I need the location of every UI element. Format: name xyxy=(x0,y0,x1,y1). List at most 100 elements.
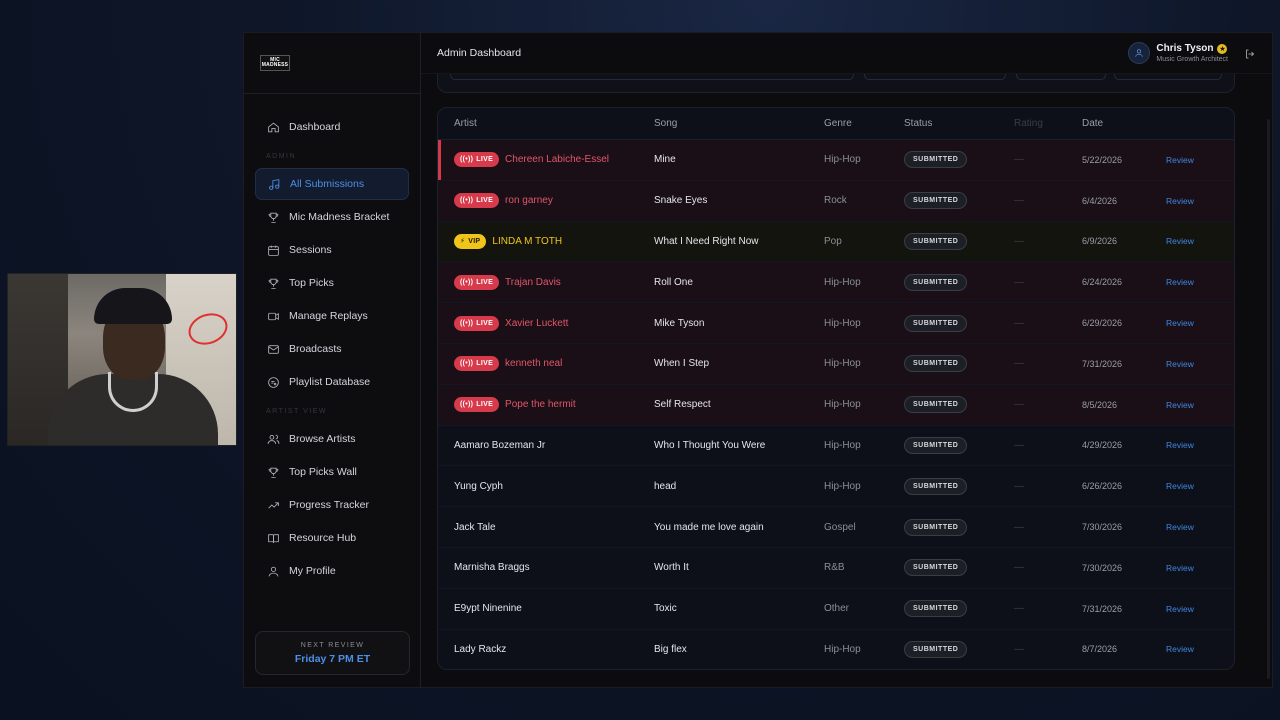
table-row[interactable]: Yung Cyph head Hip-Hop SUBMITTED — 6/26/2026 R… xyxy=(438,466,1234,508)
cell-genre: Gospel xyxy=(824,521,856,533)
app-window: MIC MADNESS Dashboard ADMIN All Submission… xyxy=(243,32,1273,688)
artist-name[interactable]: ron garney xyxy=(505,195,553,206)
table-row[interactable]: ((•)) LIVE kenneth neal When I Step Hip-Hop S… xyxy=(438,343,1234,385)
artist-name[interactable]: E9ypt Ninenine xyxy=(454,603,522,614)
table-row[interactable]: E9ypt Ninenine Toxic Other SUBMITTED — 7/31/2… xyxy=(438,589,1234,630)
cell-artist: ((•)) LIVE Pope the hermit xyxy=(438,397,654,413)
sidebar-item-label: Progress Tracker xyxy=(289,499,369,511)
table-row[interactable]: ⚡ VIP LINDA M TOTH What I Need Right Now Pop… xyxy=(438,221,1234,263)
sidebar-item-progress-tracker[interactable]: Progress Tracker xyxy=(255,489,409,521)
sidebar-item-all-submissions[interactable]: All Submissions xyxy=(255,168,409,200)
artist-name[interactable]: LINDA M TOTH xyxy=(492,236,562,247)
artist-name[interactable]: Pope the hermit xyxy=(505,399,576,410)
sidebar-item-browse-artists[interactable]: Browse Artists xyxy=(255,423,409,455)
review-link[interactable]: Review xyxy=(1166,563,1194,573)
column-header-rating[interactable]: Rating xyxy=(1014,118,1082,129)
artist-name[interactable]: Lady Rackz xyxy=(454,644,506,655)
table-row[interactable]: Marnisha Braggs Worth It R&B SUBMITTED — 7/30… xyxy=(438,548,1234,589)
broadcast-icon: ((•)) xyxy=(460,197,474,205)
cell-genre: Pop xyxy=(824,235,842,247)
sidebar-item-top-picks[interactable]: Top Picks xyxy=(255,267,409,299)
column-header-status[interactable]: Status xyxy=(904,118,1014,129)
review-link[interactable]: Review xyxy=(1166,522,1194,532)
sidebar-item-sessions[interactable]: Sessions xyxy=(255,234,409,266)
filter-dropdown[interactable] xyxy=(1114,74,1222,80)
artist-name[interactable]: Xavier Luckett xyxy=(505,318,568,329)
next-review-time: Friday 7 PM ET xyxy=(294,652,371,665)
filter-dropdown[interactable] xyxy=(1016,74,1106,80)
artist-name[interactable]: Marnisha Braggs xyxy=(454,562,530,573)
sidebar-nav: Dashboard ADMIN All Submissions Mic Madness… xyxy=(244,94,420,587)
table-body: ((•)) LIVE Chereen Labiche-Essel Mine Hip-Ho… xyxy=(438,140,1234,669)
table-row[interactable]: ((•)) LIVE ron garney Snake Eyes Rock SUBMITT… xyxy=(438,180,1234,222)
broadcast-icon: ((•)) xyxy=(460,360,474,368)
column-header-genre[interactable]: Genre xyxy=(824,118,904,129)
cell-rating: — xyxy=(1014,480,1024,492)
music-note-icon xyxy=(267,177,281,191)
artist-name[interactable]: Yung Cyph xyxy=(454,481,503,492)
review-link[interactable]: Review xyxy=(1166,236,1194,246)
sidebar-item-manage-replays[interactable]: Manage Replays xyxy=(255,300,409,332)
review-link[interactable]: Review xyxy=(1166,277,1194,287)
status-badge: SUBMITTED xyxy=(904,640,968,658)
review-link[interactable]: Review xyxy=(1166,481,1194,491)
sidebar-item-resource-hub[interactable]: Resource Hub xyxy=(255,522,409,554)
cell-song: Roll One xyxy=(654,276,693,288)
sidebar-item-broadcasts[interactable]: Broadcasts xyxy=(255,333,409,365)
video-icon xyxy=(266,309,280,323)
cell-status: SUBMITTED xyxy=(904,559,1014,577)
cell-genre: Hip-Hop xyxy=(824,276,861,288)
table-row[interactable]: ((•)) LIVE Pope the hermit Self Respect Hip-… xyxy=(438,384,1234,426)
cell-genre: Hip-Hop xyxy=(824,643,861,655)
avatar[interactable] xyxy=(1128,42,1151,64)
artist-name[interactable]: Chereen Labiche-Essel xyxy=(505,154,609,165)
column-header-artist[interactable]: Artist xyxy=(438,118,654,129)
sidebar-item-label: Top Picks xyxy=(289,277,334,289)
cell-song: What I Need Right Now xyxy=(654,235,759,247)
review-link[interactable]: Review xyxy=(1166,644,1194,654)
cell-status: SUBMITTED xyxy=(904,192,1014,210)
cell-status: SUBMITTED xyxy=(904,477,1014,495)
sidebar-item-dashboard[interactable]: Dashboard xyxy=(255,111,409,143)
search-input[interactable] xyxy=(450,74,854,80)
table-row[interactable]: Lady Rackz Big flex Hip-Hop SUBMITTED — 8/7/2… xyxy=(438,630,1234,669)
cell-artist: ⚡ VIP LINDA M TOTH xyxy=(438,233,654,249)
status-badge: SUBMITTED xyxy=(904,151,968,169)
scrollbar[interactable] xyxy=(1267,119,1270,679)
table-row[interactable]: ((•)) LIVE Trajan Davis Roll One Hip-Hop SUBM… xyxy=(438,262,1234,304)
user-menu[interactable]: Chris Tyson ★ Music Growth Architect xyxy=(1128,42,1256,64)
logo[interactable]: MIC MADNESS xyxy=(244,33,420,94)
cell-rating: — xyxy=(1014,276,1024,288)
cell-date: 6/9/2026 xyxy=(1082,236,1118,247)
review-link[interactable]: Review xyxy=(1166,604,1194,614)
cell-song: head xyxy=(654,480,677,492)
sidebar-item-mic-madness-bracket[interactable]: Mic Madness Bracket xyxy=(255,201,409,233)
logout-icon[interactable] xyxy=(1244,47,1256,59)
users-icon xyxy=(266,432,280,446)
column-header-date[interactable]: Date xyxy=(1082,118,1166,129)
review-link[interactable]: Review xyxy=(1166,440,1194,450)
sidebar-item-top-picks-wall[interactable]: Top Picks Wall xyxy=(255,456,409,488)
review-link[interactable]: Review xyxy=(1166,359,1194,369)
artist-name[interactable]: Trajan Davis xyxy=(505,277,561,288)
sidebar-item-label: Playlist Database xyxy=(289,376,371,388)
table-row[interactable]: Jack Tale You made me love again Gospel SUB… xyxy=(438,507,1234,548)
user-role: Music Growth Architect xyxy=(1156,56,1228,63)
cell-rating: — xyxy=(1014,399,1024,411)
review-link[interactable]: Review xyxy=(1166,400,1194,410)
table-row[interactable]: ((•)) LIVE Xavier Luckett Mike Tyson Hip-Hop… xyxy=(438,303,1234,344)
sidebar-item-playlist-database[interactable]: Playlist Database xyxy=(255,366,409,398)
review-link[interactable]: Review xyxy=(1166,155,1194,165)
artist-name[interactable]: kenneth neal xyxy=(505,358,562,369)
table-row[interactable]: ((•)) LIVE Chereen Labiche-Essel Mine Hip-Ho… xyxy=(438,140,1234,181)
sidebar-item-my-profile[interactable]: My Profile xyxy=(255,555,409,587)
artist-name[interactable]: Aamaro Bozeman Jr xyxy=(454,440,545,451)
cell-date: 6/24/2026 xyxy=(1082,277,1123,288)
column-header-song[interactable]: Song xyxy=(654,118,824,129)
review-link[interactable]: Review xyxy=(1166,196,1194,206)
artist-name[interactable]: Jack Tale xyxy=(454,522,496,533)
cell-song: When I Step xyxy=(654,358,710,370)
review-link[interactable]: Review xyxy=(1166,318,1194,328)
filter-dropdown[interactable] xyxy=(864,74,1006,80)
table-row[interactable]: Aamaro Bozeman Jr Who I Thought You Were H… xyxy=(438,426,1234,467)
